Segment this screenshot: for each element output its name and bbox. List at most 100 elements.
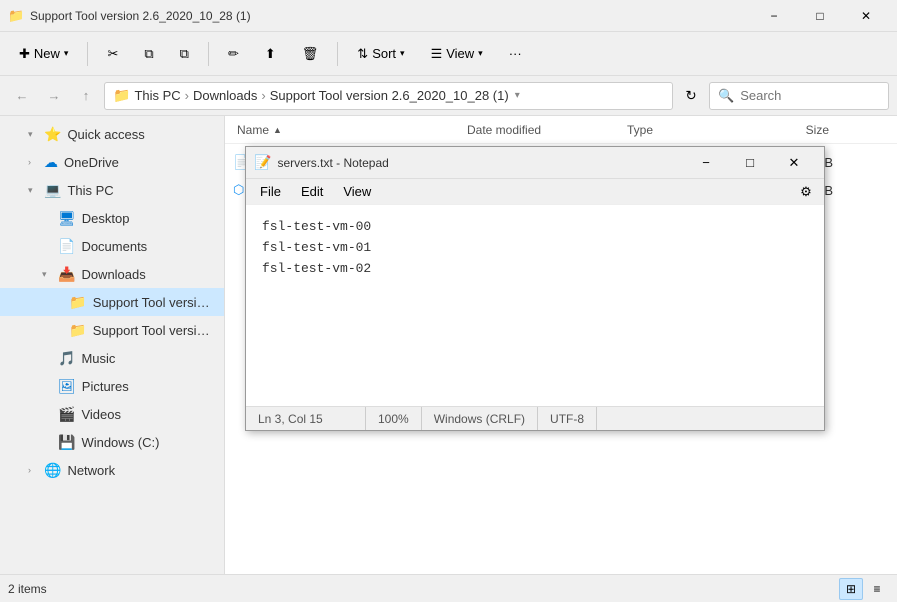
notepad-zoom: 100% <box>366 407 422 430</box>
documents-icon: 📄 <box>58 238 75 255</box>
delete-button[interactable]: 🗑 <box>291 38 330 70</box>
view-button[interactable]: ☰ View ▾ <box>420 38 494 70</box>
view-label: View <box>446 46 474 61</box>
expand-icon: ▾ <box>28 129 38 140</box>
notepad-menu-edit[interactable]: Edit <box>291 182 333 201</box>
sort-chevron-icon: ▾ <box>400 48 405 59</box>
music-icon: 🎵 <box>58 350 75 367</box>
file-header: Name ▲ Date modified Type Size <box>225 116 897 144</box>
downloads-icon: 📥 <box>58 266 75 283</box>
up-button[interactable]: ↑ <box>72 82 100 110</box>
notepad-controls: − □ ✕ <box>684 148 816 178</box>
sort-button[interactable]: ⇅ Sort ▾ <box>346 38 415 70</box>
view-icon: ☰ <box>431 46 443 62</box>
quick-access-icon: ⭐ <box>44 126 61 143</box>
maximize-button[interactable]: □ <box>797 0 843 32</box>
network-icon: 🌐 <box>44 462 61 479</box>
expand-icon: ▾ <box>42 269 52 280</box>
sidebar-item-label: Network <box>67 463 115 478</box>
sidebar-item-quick-access[interactable]: ▾ ⭐ Quick access <box>0 120 224 148</box>
rename-icon: ✏ <box>228 46 239 62</box>
breadcrumb-folder: Support Tool version 2.6_2020_10_28 (1) <box>270 88 509 103</box>
minimize-button[interactable]: − <box>751 0 797 32</box>
column-date[interactable]: Date modified <box>463 123 623 137</box>
sidebar-item-support-tool-1[interactable]: 📁 Support Tool version 2.6_202 <box>0 288 224 316</box>
exe-file-icon: ⬡ <box>233 182 244 198</box>
toolbar-separator-3 <box>337 42 338 66</box>
main-layout: ▾ ⭐ Quick access › ☁ OneDrive ▾ 💻 This P… <box>0 116 897 574</box>
items-count: 2 items <box>8 582 47 596</box>
sidebar-item-this-pc[interactable]: ▾ 💻 This PC <box>0 176 224 204</box>
title-bar-text: Support Tool version 2.6_2020_10_28 (1) <box>30 9 751 23</box>
sort-label: Sort <box>372 46 396 61</box>
search-input[interactable] <box>740 88 897 103</box>
sidebar-item-downloads[interactable]: ▾ 📥 Downloads <box>0 260 224 288</box>
back-button[interactable]: ← <box>8 82 36 110</box>
notepad-minimize-button[interactable]: − <box>684 148 728 178</box>
address-bar-row: ← → ↑ 📁 This PC › Downloads › Support To… <box>0 76 897 116</box>
more-button[interactable]: ··· <box>498 38 533 70</box>
sidebar-item-label: OneDrive <box>64 155 119 170</box>
list-view-button[interactable]: ≡ <box>865 578 889 600</box>
folder-icon: 📁 <box>69 294 86 311</box>
sort-icon: ⇅ <box>357 46 368 62</box>
notepad-position: Ln 3, Col 15 <box>246 407 366 430</box>
notepad-menu-file[interactable]: File <box>250 182 291 201</box>
sidebar-item-onedrive[interactable]: › ☁ OneDrive <box>0 148 224 176</box>
new-label: New <box>34 46 60 61</box>
onedrive-icon: ☁ <box>44 154 58 171</box>
address-box[interactable]: 📁 This PC › Downloads › Support Tool ver… <box>104 82 673 110</box>
sidebar-item-label: Videos <box>81 407 121 422</box>
refresh-button[interactable]: ↻ <box>677 82 705 110</box>
status-bar: 2 items ⊞ ≡ <box>0 574 897 602</box>
sidebar-item-label: Windows (C:) <box>81 435 159 450</box>
sidebar-item-label: Documents <box>81 239 147 254</box>
search-box[interactable]: 🔍 <box>709 82 889 110</box>
sidebar-item-label: Support Tool version 2.6_202 <box>93 295 216 310</box>
notepad-content[interactable]: fsl-test-vm-00 fsl-test-vm-01 fsl-test-v… <box>246 205 824 406</box>
sidebar-item-support-tool-2[interactable]: 📁 Support Tool version 2.6_202 <box>0 316 224 344</box>
expand-icon: › <box>28 465 38 475</box>
sidebar-item-windows-c[interactable]: 💾 Windows (C:) <box>0 428 224 456</box>
cut-icon: ✂ <box>107 46 118 62</box>
videos-icon: 🎬 <box>58 406 75 423</box>
sidebar-item-label: Music <box>81 351 115 366</box>
share-button[interactable]: ⬆ <box>254 38 287 70</box>
view-buttons: ⊞ ≡ <box>839 578 889 600</box>
forward-button[interactable]: → <box>40 82 68 110</box>
sidebar-item-label: Downloads <box>81 267 145 282</box>
toolbar: ✚ New ▾ ✂ ⧉ ⧉ ✏ ⬆ 🗑 ⇅ Sort ▾ ☰ View ▾ ··… <box>0 32 897 76</box>
new-icon: ✚ <box>19 46 30 62</box>
paste-button[interactable]: ⧉ <box>169 38 200 70</box>
toolbar-separator-1 <box>87 42 88 66</box>
notepad-line-ending: Windows (CRLF) <box>422 407 538 430</box>
cut-button[interactable]: ✂ <box>96 38 129 70</box>
column-type[interactable]: Type <box>623 123 753 137</box>
sidebar-item-desktop[interactable]: 🖥 Desktop <box>0 204 224 232</box>
toolbar-separator-2 <box>208 42 209 66</box>
sidebar-item-music[interactable]: 🎵 Music <box>0 344 224 372</box>
column-size[interactable]: Size <box>753 123 833 137</box>
close-button[interactable]: ✕ <box>843 0 889 32</box>
column-name[interactable]: Name ▲ <box>233 123 463 137</box>
sidebar-item-documents[interactable]: 📄 Documents <box>0 232 224 260</box>
sidebar-item-label: This PC <box>67 183 113 198</box>
rename-button[interactable]: ✏ <box>217 38 250 70</box>
drive-icon: 💾 <box>58 434 75 451</box>
sidebar-item-pictures[interactable]: 🖼 Pictures <box>0 372 224 400</box>
address-chevron-icon: ▾ <box>515 90 520 101</box>
notepad-close-button[interactable]: ✕ <box>772 148 816 178</box>
sidebar-item-network[interactable]: › 🌐 Network <box>0 456 224 484</box>
sidebar-item-videos[interactable]: 🎬 Videos <box>0 400 224 428</box>
pictures-icon: 🖼 <box>58 378 76 395</box>
notepad-settings-icon[interactable]: ⚙ <box>792 181 820 203</box>
notepad-maximize-button[interactable]: □ <box>728 148 772 178</box>
copy-icon: ⧉ <box>144 46 153 62</box>
new-button[interactable]: ✚ New ▾ <box>8 38 79 70</box>
grid-view-button[interactable]: ⊞ <box>839 578 863 600</box>
notepad-menu-view[interactable]: View <box>333 182 381 201</box>
notepad-window: 📝 servers.txt - Notepad − □ ✕ File Edit … <box>245 146 825 431</box>
sidebar-item-label: Pictures <box>82 379 129 394</box>
copy-button[interactable]: ⧉ <box>133 38 164 70</box>
paste-icon: ⧉ <box>180 46 189 62</box>
